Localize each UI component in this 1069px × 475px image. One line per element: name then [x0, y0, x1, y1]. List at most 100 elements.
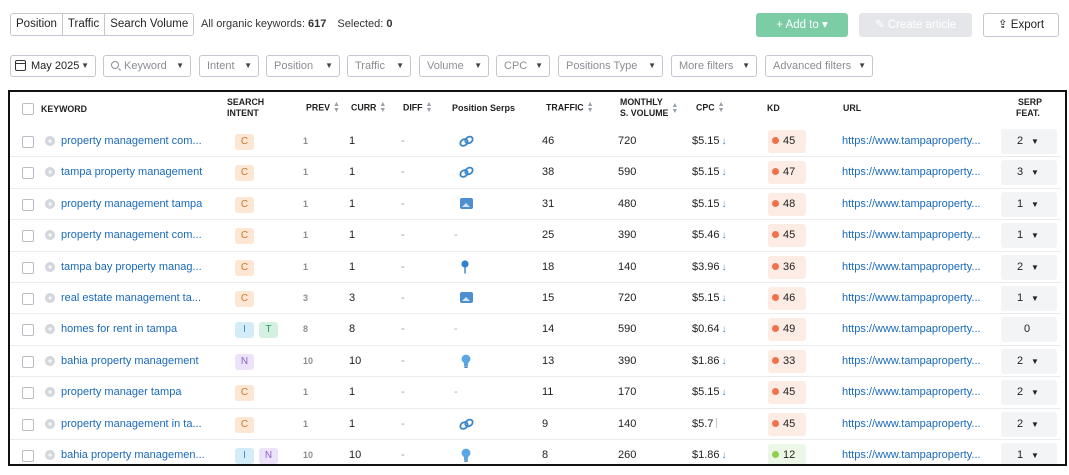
add-keyword-icon[interactable]: + [45, 167, 55, 178]
positions-type-filter[interactable]: Positions Type ▼ [558, 55, 663, 77]
keyword-filter[interactable]: Keyword ▼ [103, 55, 191, 77]
serp-features-dropdown[interactable]: 2 ▼ [1001, 348, 1057, 374]
url-link[interactable]: https://www.tampaproperty... [842, 157, 981, 188]
select-all-checkbox[interactable] [22, 103, 34, 115]
url-link[interactable]: https://www.tampaproperty... [842, 314, 981, 345]
serp-features-dropdown[interactable]: 1 ▼ [1001, 191, 1057, 217]
export-button[interactable]: ⇪ Export [983, 13, 1059, 37]
traffic-value: 46 [542, 135, 555, 147]
row-checkbox[interactable] [22, 136, 34, 148]
serp-features-dropdown[interactable]: 1 ▼ [1001, 223, 1057, 249]
image-icon[interactable] [460, 292, 473, 303]
row-checkbox[interactable] [22, 293, 34, 305]
add-keyword-icon[interactable]: + [45, 261, 55, 272]
advanced-filters-button[interactable]: Advanced filters ▼ [765, 55, 873, 77]
image-icon[interactable] [460, 197, 473, 209]
cpc-trend-icon: ↓ [721, 198, 727, 210]
serp-features-dropdown[interactable]: 0 [1001, 317, 1057, 343]
header-curr[interactable]: CURR ▲ ▼ [351, 101, 386, 114]
intent-filter[interactable]: Intent ▼ [199, 55, 259, 77]
keyword-link[interactable]: tampa bay property manag... [61, 252, 202, 283]
row-checkbox[interactable] [22, 387, 34, 400]
traffic-value: 25 [542, 229, 555, 242]
url-link[interactable]: https://www.tampaproperty... [842, 440, 981, 464]
link-icon[interactable] [459, 135, 474, 148]
row-checkbox[interactable] [22, 167, 34, 180]
tab-search-volume[interactable]: Search Volume [105, 14, 194, 35]
keyword-link[interactable]: property manager tampa [61, 377, 181, 408]
keyword-link[interactable]: property management com... [61, 220, 202, 251]
kd-dot-icon [772, 262, 779, 270]
keyword-link[interactable]: real estate management ta... [61, 283, 201, 314]
url-link[interactable]: https://www.tampaproperty... [842, 189, 981, 220]
keyword-link[interactable]: bahia property managemen... [61, 440, 205, 464]
link-icon[interactable] [459, 418, 474, 431]
keyword-link[interactable]: property management com... [61, 126, 202, 157]
position-filter[interactable]: Position ▼ [266, 55, 340, 77]
kd-value: 45 [783, 386, 796, 399]
keyword-link[interactable]: homes for rent in tampa [61, 314, 177, 345]
table-row: + property management com... C 1 1 - 46 720 $5.1… [10, 126, 1065, 158]
link-icon[interactable] [459, 166, 474, 179]
add-keyword-icon[interactable]: + [45, 230, 55, 241]
row-checkbox[interactable] [22, 355, 34, 368]
traffic-filter[interactable]: Traffic ▼ [347, 55, 411, 77]
serp-features-dropdown[interactable]: 3 ▼ [1001, 160, 1057, 186]
serp-features-dropdown[interactable]: 2 ▼ [1001, 254, 1057, 280]
add-keyword-icon[interactable]: + [45, 136, 55, 146]
add-keyword-icon[interactable]: + [45, 198, 55, 209]
header-keyword[interactable]: KEYWORD [41, 104, 87, 114]
serp-features-dropdown[interactable]: 2 ▼ [1001, 380, 1057, 406]
url-link[interactable]: https://www.tampaproperty... [842, 346, 981, 377]
row-checkbox[interactable] [22, 230, 34, 243]
row-checkbox[interactable] [22, 261, 34, 274]
row-checkbox[interactable] [22, 198, 34, 211]
tab-position[interactable]: Position [11, 14, 63, 35]
row-checkbox[interactable] [22, 418, 34, 431]
add-keyword-icon[interactable]: + [45, 324, 55, 335]
position-filter-label: Position [274, 60, 314, 72]
kd-badge: 45 [768, 381, 806, 405]
cpc-amount: $5.7 [692, 417, 714, 430]
create-article-button[interactable]: ✎ Create article [859, 13, 972, 37]
serp-features-dropdown[interactable]: 1 ▼ [1001, 286, 1057, 311]
header-prev[interactable]: PREV ▲ ▼ [306, 101, 340, 114]
table-row: + homes for rent in tampa I T 8 8 - - 14 590 $0.64… [10, 314, 1065, 346]
keyword-link[interactable]: tampa property management [61, 157, 202, 188]
url-link[interactable]: https://www.tampaproperty... [842, 283, 981, 314]
pin-icon[interactable] [461, 259, 469, 274]
serp-features-dropdown[interactable]: 1 ▼ [1001, 443, 1057, 464]
volume-filter[interactable]: Volume ▼ [419, 55, 489, 77]
add-keyword-icon[interactable]: + [45, 355, 55, 366]
keyword-link[interactable]: bahia property management [61, 346, 199, 377]
keyword-link[interactable]: property management tampa [61, 189, 202, 220]
tab-traffic[interactable]: Traffic [62, 14, 106, 35]
url-link[interactable]: https://www.tampaproperty... [842, 252, 981, 283]
url-link[interactable]: https://www.tampaproperty... [842, 409, 981, 440]
serp-features-dropdown[interactable]: 2 ▼ [1001, 411, 1057, 437]
url-link[interactable]: https://www.tampaproperty... [842, 377, 981, 408]
add-keyword-icon[interactable]: + [45, 387, 55, 398]
add-keyword-icon[interactable]: + [45, 418, 55, 429]
url-link[interactable]: https://www.tampaproperty... [842, 220, 981, 251]
add-keyword-icon[interactable]: + [45, 293, 55, 303]
header-volume[interactable]: S. VOLUME▲ ▼ [620, 102, 678, 118]
header-diff[interactable]: DIFF ▲ ▼ [403, 101, 432, 114]
more-filters-button[interactable]: More filters ▼ [671, 55, 757, 77]
keyword-link[interactable]: property management in ta... [61, 409, 202, 440]
chevron-down-icon: ▼ [474, 61, 482, 70]
date-picker[interactable]: May 2025 ▼ [10, 55, 96, 77]
bulb-icon[interactable] [461, 448, 471, 463]
bulb-icon[interactable] [461, 354, 471, 369]
row-checkbox[interactable] [22, 324, 34, 337]
row-checkbox[interactable] [22, 450, 34, 462]
add-to-button[interactable]: + Add to ▾ [756, 13, 848, 37]
header-cpc[interactable]: CPC ▲ ▼ [696, 101, 725, 114]
chevron-down-icon: ▼ [535, 61, 543, 70]
add-keyword-icon[interactable]: + [45, 450, 55, 460]
header-kd[interactable]: KD [767, 103, 780, 113]
header-traffic[interactable]: TRAFFIC ▲ ▼ [546, 101, 594, 114]
cpc-filter[interactable]: CPC ▼ [496, 55, 550, 77]
url-link[interactable]: https://www.tampaproperty... [842, 126, 981, 157]
serp-features-dropdown[interactable]: 2 ▼ [1001, 129, 1057, 154]
